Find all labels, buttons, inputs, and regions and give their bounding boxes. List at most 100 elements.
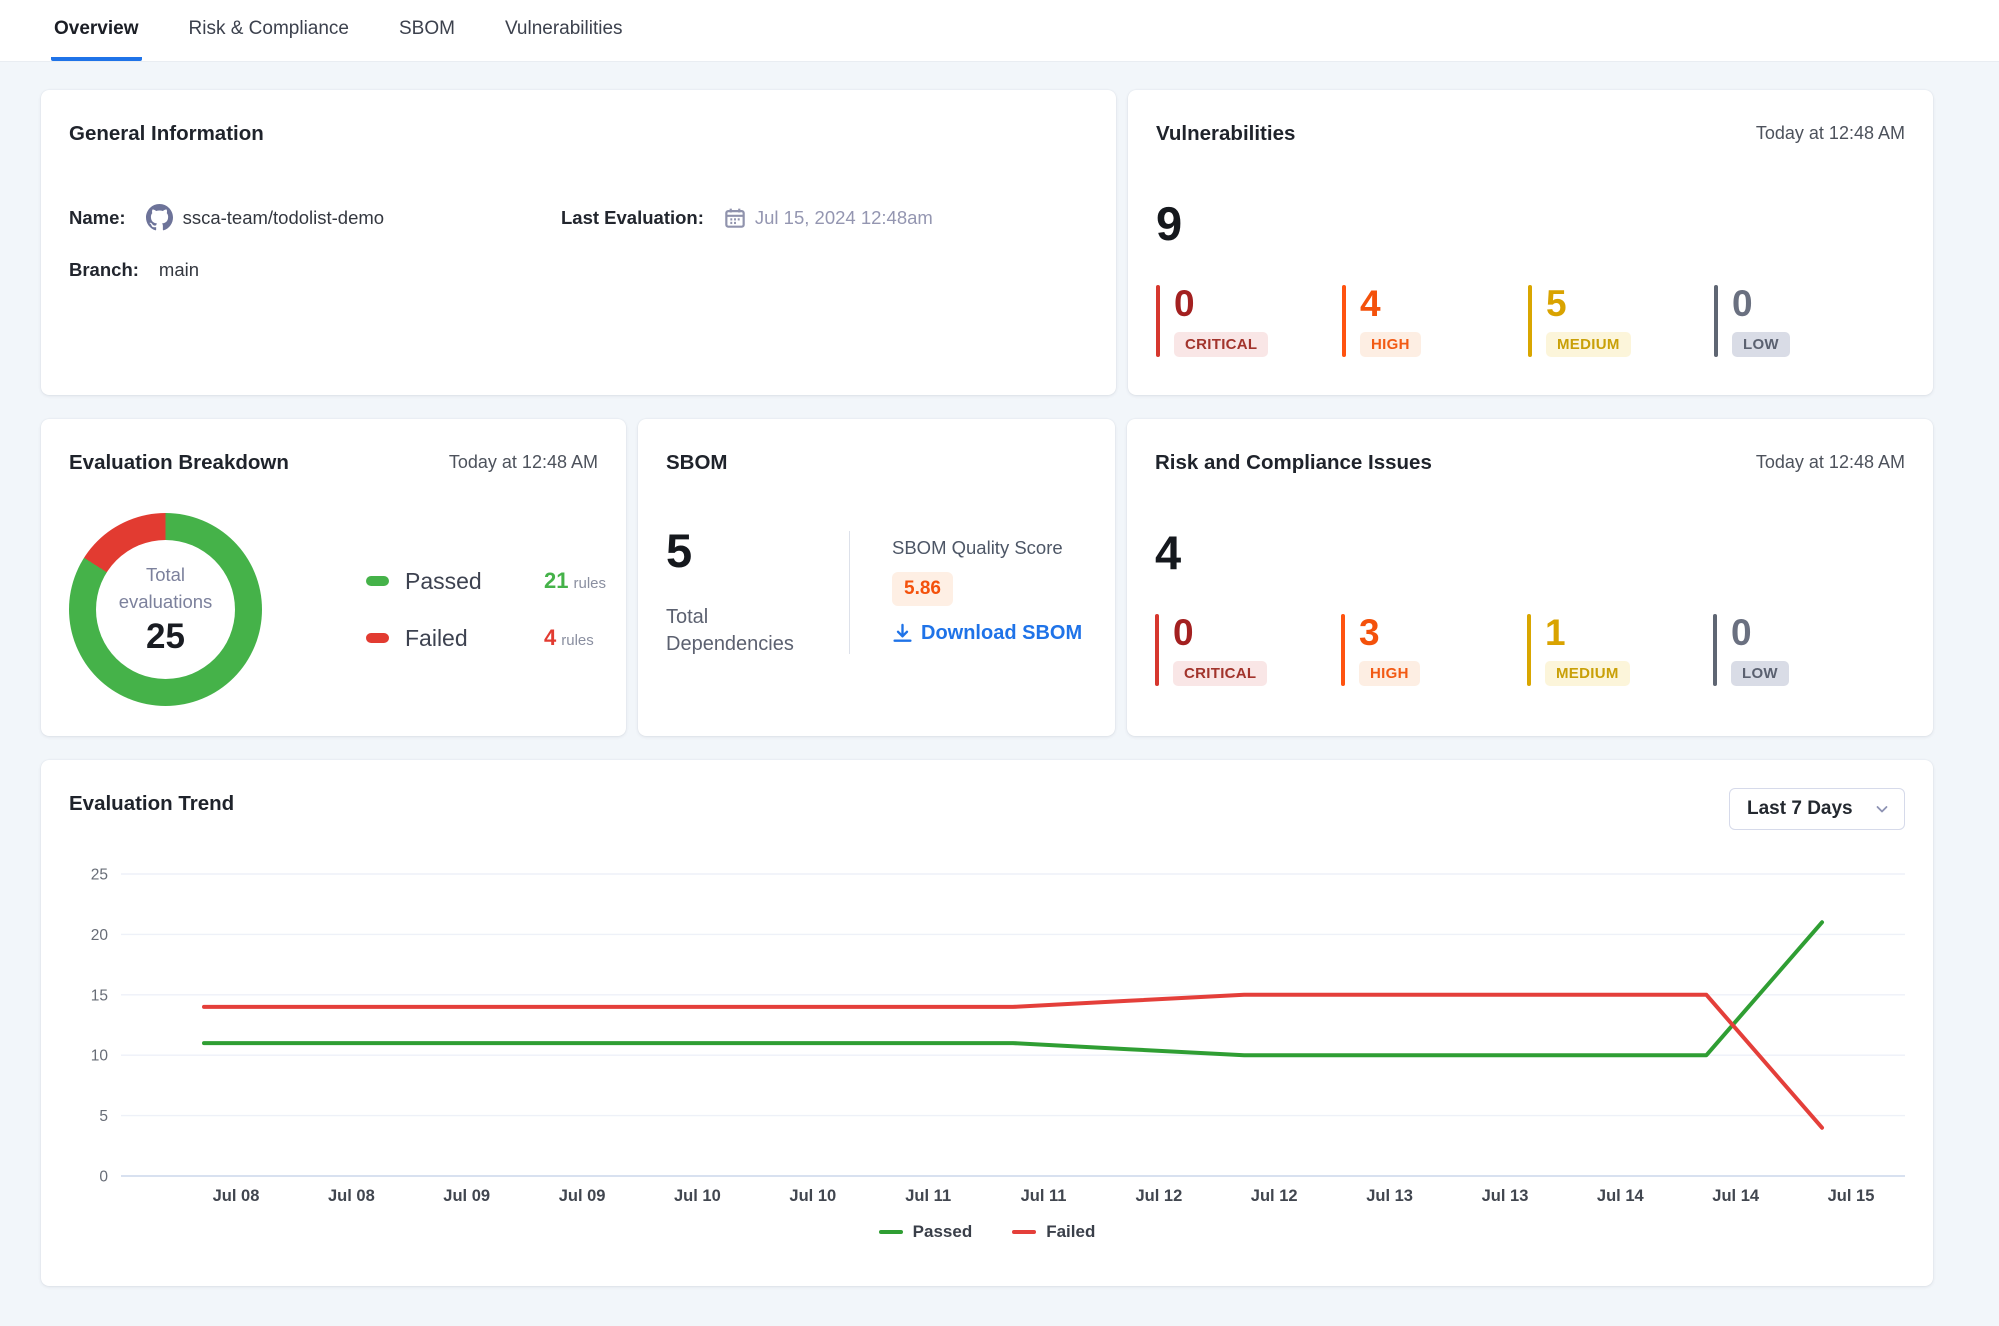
last-evaluation-value: Jul 15, 2024 12:48am (755, 207, 933, 229)
tab-bar: Overview Risk & Compliance SBOM Vulnerab… (0, 0, 1999, 62)
branch-label: Branch: (69, 259, 139, 281)
svg-text:0: 0 (99, 1169, 108, 1186)
severity-bar (1341, 614, 1345, 686)
svg-text:Jul 09: Jul 09 (443, 1187, 490, 1205)
failed-count: 4 (544, 625, 556, 651)
sbom-total-dependencies: 5 (666, 527, 849, 574)
vuln-severity-medium: 5 MEDIUM (1528, 285, 1714, 357)
tab-vulnerabilities[interactable]: Vulnerabilities (502, 0, 626, 61)
svg-text:Jul 12: Jul 12 (1251, 1187, 1298, 1205)
download-icon (892, 623, 913, 644)
svg-text:Jul 15: Jul 15 (1828, 1187, 1875, 1205)
severity-bar (1156, 285, 1160, 357)
failed-line-icon (1012, 1230, 1036, 1234)
sbom-quality-badge: 5.86 (892, 572, 953, 606)
repo-name-value: ssca-team/todolist-demo (183, 207, 385, 229)
severity-count: 0 (1174, 285, 1268, 324)
severity-bar (1342, 285, 1346, 357)
vuln-severity-critical: 0 CRITICAL (1156, 285, 1342, 357)
svg-text:Jul 11: Jul 11 (905, 1187, 951, 1205)
last-evaluation-label: Last Evaluation: (561, 207, 704, 229)
failed-label: Failed (405, 625, 530, 652)
date-range-dropdown[interactable]: Last 7 Days (1729, 788, 1905, 830)
vulnerabilities-timestamp: Today at 12:48 AM (1756, 118, 1905, 144)
vulnerabilities-total: 9 (1156, 200, 1905, 247)
donut-center-label: Total evaluations (106, 562, 226, 616)
general-information-card: General Information Name: ssca-team/todo… (41, 90, 1116, 395)
branch-value: main (159, 259, 199, 281)
name-label: Name: (69, 207, 126, 229)
repo-name-row: Name: ssca-team/todolist-demo (69, 204, 561, 231)
failed-unit: rules (561, 628, 594, 649)
severity-count: 0 (1731, 614, 1789, 653)
evaluation-trend-title: Evaluation Trend (69, 788, 234, 816)
svg-text:Jul 12: Jul 12 (1136, 1187, 1183, 1205)
donut-center-value: 25 (146, 617, 185, 657)
evaluation-breakdown-card: Evaluation Breakdown Today at 12:48 AM T… (41, 419, 626, 736)
severity-badge: MEDIUM (1546, 332, 1631, 357)
vulnerabilities-card: Vulnerabilities Today at 12:48 AM 9 0 CR… (1128, 90, 1933, 395)
severity-badge: HIGH (1359, 661, 1420, 686)
svg-text:Jul 08: Jul 08 (328, 1187, 375, 1205)
risk-severity-critical: 0 CRITICAL (1155, 614, 1341, 686)
severity-count: 0 (1732, 285, 1790, 324)
tab-sbom[interactable]: SBOM (396, 0, 458, 61)
severity-badge: CRITICAL (1174, 332, 1268, 357)
date-range-value: Last 7 Days (1747, 798, 1853, 820)
trend-failed-label: Failed (1046, 1222, 1095, 1242)
sbom-total-label: Total Dependencies (666, 604, 796, 658)
svg-text:Jul 09: Jul 09 (559, 1187, 606, 1205)
vuln-severity-low: 0 LOW (1714, 285, 1900, 357)
vulnerabilities-title: Vulnerabilities (1156, 118, 1295, 146)
svg-text:Jul 13: Jul 13 (1366, 1187, 1413, 1205)
svg-text:Jul 14: Jul 14 (1712, 1187, 1760, 1205)
risk-compliance-total: 4 (1155, 529, 1905, 576)
severity-badge: LOW (1732, 332, 1790, 357)
trend-legend-passed: Passed (879, 1222, 973, 1242)
passed-label: Passed (405, 568, 530, 595)
tab-overview[interactable]: Overview (51, 0, 142, 61)
svg-text:Jul 11: Jul 11 (1021, 1187, 1067, 1205)
trend-legend: Passed Failed (69, 1222, 1905, 1242)
svg-text:25: 25 (91, 867, 108, 884)
severity-badge: LOW (1731, 661, 1789, 686)
evaluation-donut: Total evaluations 25 (69, 513, 262, 706)
risk-compliance-timestamp: Today at 12:48 AM (1756, 447, 1905, 473)
download-sbom-label: Download SBOM (921, 622, 1082, 645)
trend-legend-failed: Failed (1012, 1222, 1095, 1242)
github-icon (146, 204, 173, 231)
risk-severity-row: 0 CRITICAL 3 HIGH 1 MEDIUM 0 LOW (1155, 614, 1905, 686)
legend-item-passed: Passed 21 rules (366, 568, 606, 595)
trend-passed-label: Passed (913, 1222, 973, 1242)
severity-count: 1 (1545, 614, 1630, 653)
severity-badge: HIGH (1360, 332, 1421, 357)
passed-pill-icon (366, 576, 389, 586)
donut-center: Total evaluations 25 (96, 540, 235, 679)
severity-count: 5 (1546, 285, 1631, 324)
evaluation-trend-card: Evaluation Trend Last 7 Days 2520151050J… (41, 760, 1933, 1286)
svg-text:Jul 13: Jul 13 (1482, 1187, 1529, 1205)
severity-count: 0 (1173, 614, 1267, 653)
tab-risk-compliance[interactable]: Risk & Compliance (186, 0, 353, 61)
evaluation-breakdown-title: Evaluation Breakdown (69, 447, 289, 475)
risk-severity-high: 3 HIGH (1341, 614, 1527, 686)
risk-compliance-card: Risk and Compliance Issues Today at 12:4… (1127, 419, 1933, 736)
svg-text:Jul 10: Jul 10 (789, 1187, 836, 1205)
evaluation-breakdown-timestamp: Today at 12:48 AM (449, 447, 598, 473)
sbom-divider (849, 531, 850, 654)
sbom-quality-label: SBOM Quality Score (892, 537, 1082, 559)
vuln-severity-high: 4 HIGH (1342, 285, 1528, 357)
general-information-title: General Information (69, 118, 264, 146)
dashboard-content: General Information Name: ssca-team/todo… (0, 62, 1999, 1286)
svg-text:Jul 08: Jul 08 (213, 1187, 260, 1205)
passed-line-icon (879, 1230, 903, 1234)
passed-count: 21 (544, 568, 568, 594)
svg-text:Jul 10: Jul 10 (674, 1187, 721, 1205)
svg-text:15: 15 (91, 987, 108, 1004)
severity-bar (1713, 614, 1717, 686)
failed-pill-icon (366, 633, 389, 643)
svg-text:10: 10 (91, 1048, 109, 1065)
risk-severity-low: 0 LOW (1713, 614, 1899, 686)
last-evaluation-row: Last Evaluation: Jul 15, 2024 12:48am (561, 204, 1088, 231)
download-sbom-link[interactable]: Download SBOM (892, 622, 1082, 645)
